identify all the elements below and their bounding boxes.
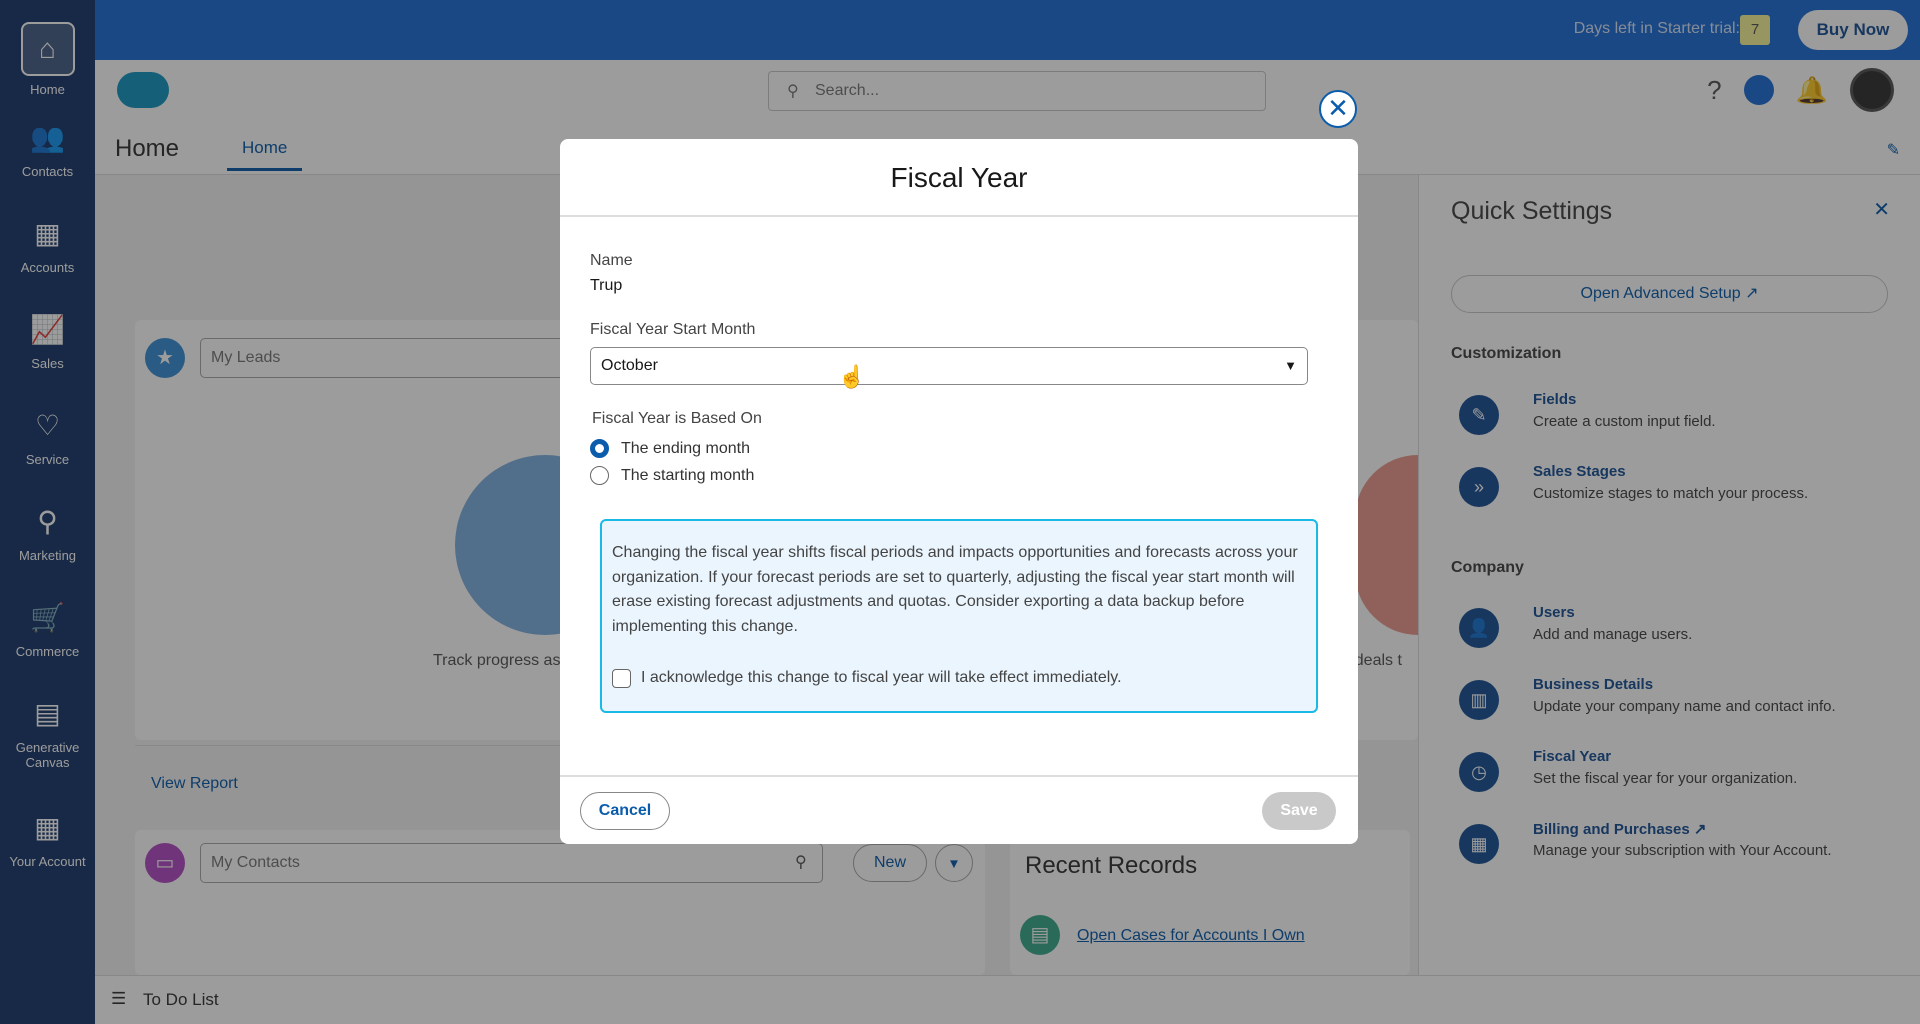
- radio-label: The ending month: [621, 439, 750, 457]
- warning-box: Changing the fiscal year shifts fiscal p…: [600, 519, 1318, 713]
- start-month-label: Fiscal Year Start Month: [590, 321, 756, 338]
- radio-button[interactable]: [590, 466, 609, 485]
- warning-text: Changing the fiscal year shifts fiscal p…: [612, 544, 1298, 635]
- start-month-select[interactable]: October ▼: [590, 347, 1308, 385]
- radio-label: The starting month: [621, 466, 755, 484]
- radio-starting-month[interactable]: The starting month: [590, 466, 754, 485]
- name-label: Name: [590, 252, 633, 269]
- radio-button[interactable]: [590, 439, 609, 458]
- acknowledge-label: I acknowledge this change to fiscal year…: [641, 669, 1122, 686]
- radio-ending-month[interactable]: The ending month: [590, 439, 750, 458]
- cancel-button[interactable]: Cancel: [580, 792, 670, 830]
- fiscal-year-modal: Fiscal Year Name Trup Fiscal Year Start …: [560, 139, 1358, 844]
- acknowledge-checkbox-row[interactable]: I acknowledge this change to fiscal year…: [612, 666, 1122, 691]
- start-month-value: October: [601, 357, 658, 374]
- chevron-down-icon: ▼: [1284, 358, 1297, 373]
- save-button[interactable]: Save: [1262, 792, 1336, 830]
- name-value: Trup: [590, 277, 623, 294]
- modal-title: Fiscal Year: [560, 139, 1358, 217]
- acknowledge-checkbox[interactable]: [612, 668, 631, 688]
- hand-cursor-icon: ☝: [838, 364, 866, 389]
- close-icon[interactable]: ✕: [1319, 90, 1357, 128]
- based-on-label: Fiscal Year is Based On: [592, 410, 762, 427]
